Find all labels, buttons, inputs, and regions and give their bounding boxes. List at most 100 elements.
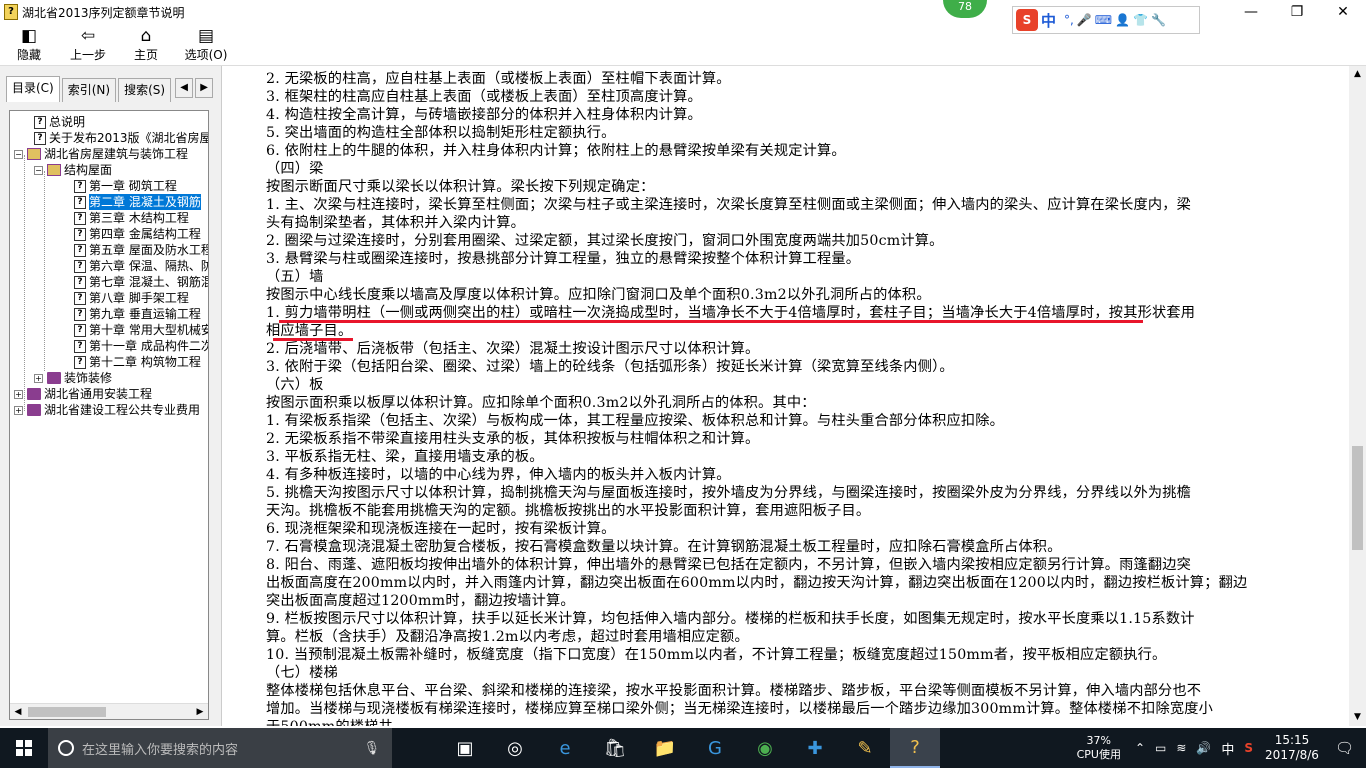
content-line: 按图示断面尺寸乘以梁长以体积计算。梁长按下列规定确定： (266, 179, 655, 195)
help-topic-icon: ? (74, 339, 86, 353)
toolbar-button-home[interactable]: ⌂ 主页 (118, 24, 174, 66)
tree-item-label: 结构屋面 (64, 163, 113, 177)
minimize-button[interactable]: — (1228, 0, 1274, 24)
content-vertical-scrollbar[interactable]: ▲ ▼ (1349, 66, 1366, 726)
toolbar-button-options[interactable]: ▤ 选项(O) (174, 24, 238, 66)
content-line: 突出板面高度超过1200mm时，翻边按墙计算。 (266, 593, 575, 609)
tree-item-label: 第四章 金属结构工程 (89, 227, 201, 241)
content-line: 10. 当预制混凝土板需补缝时，板缝宽度（指下口宽度）在150mm以内者，不计算… (266, 647, 1167, 663)
task-view-icon[interactable]: ▣ (440, 728, 490, 768)
tab-scroll-left-icon[interactable]: ◀ (175, 78, 194, 98)
tree-item[interactable]: ? 第三章 木结构工程 (74, 210, 189, 226)
file-explorer-icon[interactable]: 📁 (640, 728, 690, 768)
cpu-monitor[interactable]: 37% CPU使用 (1077, 734, 1121, 762)
network-icon[interactable]: ▭ (1155, 741, 1166, 755)
tree-item[interactable]: ? 关于发布2013版《湖北省房屋 (34, 130, 208, 146)
notification-icon[interactable]: 🗨 (1335, 739, 1354, 757)
notes-app-icon[interactable]: ✎ (840, 728, 890, 768)
content-line: 3. 框架柱的柱高应自柱基上表面（或楼板上表面）至柱顶高度计算。 (266, 89, 702, 105)
tab-index[interactable]: 索引(N) (61, 78, 117, 102)
tab-scroll-right-icon[interactable]: ▶ (195, 78, 214, 98)
close-button[interactable]: ✕ (1320, 0, 1366, 24)
content-line: 1. 主、次梁与柱连接时，梁长算至柱侧面；次梁与柱子或主梁连接时，次梁长度算至柱… (266, 197, 1192, 213)
plus-app-icon[interactable]: ✚ (790, 728, 840, 768)
scroll-right-icon[interactable]: ▶ (192, 704, 208, 719)
tree-item[interactable]: ? 第十二章 构筑物工程 (74, 354, 201, 370)
sogou-browser-icon[interactable]: G (690, 728, 740, 768)
edge-icon[interactable]: e (540, 728, 590, 768)
help-topic-icon: ? (74, 323, 86, 337)
volume-icon[interactable]: 🔊 (1196, 741, 1211, 755)
collapse-icon[interactable]: − (34, 165, 43, 175)
tree-item[interactable]: ? 第八章 脚手架工程 (74, 290, 189, 306)
wifi-icon[interactable]: ≋ (1176, 741, 1186, 755)
navigation-pane: 目录(C) 索引(N) 搜索(S) ◀ ▶ ◀ ▶ ? 总说明? 关于发布2013版… (0, 66, 222, 726)
tree-item[interactable]: + 湖北省建设工程公共专业费用 (14, 402, 200, 418)
contents-tree: ◀ ▶ ? 总说明? 关于发布2013版《湖北省房屋 − 湖北省房屋建筑与装饰工程 − 结构… (9, 110, 209, 720)
start-button[interactable] (0, 728, 48, 768)
help-topic-icon: ? (74, 243, 86, 257)
tree-item[interactable]: ? 第九章 垂直运输工程 (74, 306, 201, 322)
browser-icon[interactable]: ◎ (490, 728, 540, 768)
tree-item[interactable]: ? 第十章 常用大型机械安 (74, 322, 208, 338)
back-icon: ⇦ (80, 26, 96, 46)
content-line: 3. 平板系指无柱、梁，直接用墙支承的板。 (266, 449, 544, 465)
tree-item[interactable]: ? 总说明 (34, 114, 85, 130)
help-topic-icon: ? (74, 307, 86, 321)
tab-contents[interactable]: 目录(C) (6, 76, 60, 102)
microphone-icon[interactable]: 🎙 (363, 741, 380, 756)
collapse-icon[interactable]: − (14, 149, 23, 159)
home-icon: ⌂ (140, 26, 152, 46)
tree-item[interactable]: ? 第七章 混凝土、钢筋混 (74, 274, 208, 290)
tree-item[interactable]: ? 第十一章 成品构件二次 (74, 338, 208, 354)
store-icon[interactable]: 🛍 (590, 728, 640, 768)
scroll-thumb[interactable] (28, 707, 106, 717)
content-line: 9. 栏板按图示尺寸以体积计算，扶手以延长米计算，均包括伸入墙内部分。楼梯的栏板… (266, 611, 1195, 627)
tree-item[interactable]: − 结构屋面 (34, 162, 112, 178)
tab-search[interactable]: 搜索(S) (118, 78, 172, 102)
help-topic-icon: ? (74, 227, 86, 241)
360-icon[interactable]: ◉ (740, 728, 790, 768)
tree-item[interactable]: ? 第五章 屋面及防水工程 (74, 242, 208, 258)
toolbar-button-back[interactable]: ⇦ 上一步 (58, 24, 118, 66)
tree-item[interactable]: ? 第四章 金属结构工程 (74, 226, 201, 242)
content-line: 相应墙子目。 (266, 323, 353, 339)
content-line: 3. 悬臂梁与柱或圈梁连接时，按悬挑部分计算工程量，独立的悬臂梁按整个体积计算工… (266, 251, 861, 267)
expand-icon[interactable]: + (14, 389, 23, 399)
sogou-tray-icon[interactable]: S (1244, 741, 1253, 755)
toolbar-button-hide[interactable]: ◧ 隐藏 (0, 24, 58, 66)
content-line: （六）板 (266, 377, 324, 393)
scroll-up-icon[interactable]: ▲ (1349, 66, 1366, 83)
help-topic-icon: ? (74, 355, 86, 369)
expand-icon[interactable]: + (14, 405, 23, 415)
content-line: （五）墙 (266, 269, 324, 285)
help-app-icon[interactable]: ? (890, 728, 940, 768)
content-line: 于500mm的楼梯井 (266, 718, 393, 726)
tree-item[interactable]: + 装饰装修 (34, 370, 112, 386)
cpu-label: CPU使用 (1076, 748, 1121, 761)
tree-item-label: 湖北省建设工程公共专业费用 (44, 403, 201, 417)
clock[interactable]: 15:15 2017/8/6 (1265, 733, 1319, 763)
maximize-button[interactable]: ❐ (1274, 0, 1320, 24)
ime-indicator[interactable]: 中 (1221, 739, 1234, 758)
window-controls: — ❐ ✕ (1228, 0, 1366, 24)
expand-icon[interactable]: + (34, 373, 43, 383)
tree-item-label: 第二章 混凝土及钢筋 (89, 194, 201, 210)
tree-connector (24, 155, 25, 411)
scroll-thumb[interactable] (1352, 446, 1363, 550)
content-line: 出板面高度在200mm以内时，并入雨篷内计算，翻边突出板面在600mm以内时，翻… (266, 575, 1248, 591)
scroll-left-icon[interactable]: ◀ (10, 704, 26, 719)
taskbar-search[interactable]: 在这里输入你要搜索的内容 🎙 (48, 728, 392, 768)
tree-horizontal-scrollbar[interactable]: ◀ ▶ (10, 703, 208, 719)
tree-item[interactable]: ? 第二章 混凝土及钢筋 (74, 194, 201, 210)
help-topic-icon: ? (34, 115, 46, 129)
tree-item[interactable]: + 湖北省通用安装工程 (14, 386, 152, 402)
show-hidden-icons-icon[interactable]: ⌃ (1135, 741, 1145, 755)
tree-connector (44, 171, 45, 371)
scroll-down-icon[interactable]: ▼ (1349, 709, 1366, 726)
tree-item[interactable]: − 湖北省房屋建筑与装饰工程 (14, 146, 188, 162)
tree-item[interactable]: ? 第一章 砌筑工程 (74, 178, 177, 194)
tree-item[interactable]: ? 第六章 保温、隔热、防 (74, 258, 208, 274)
content-line: 7. 石膏模盒现浇混凝土密肋复合楼板，按石膏模盒数量以块计算。在计算钢筋混凝土板… (266, 539, 1062, 555)
search-placeholder: 在这里输入你要搜索的内容 (82, 742, 239, 758)
